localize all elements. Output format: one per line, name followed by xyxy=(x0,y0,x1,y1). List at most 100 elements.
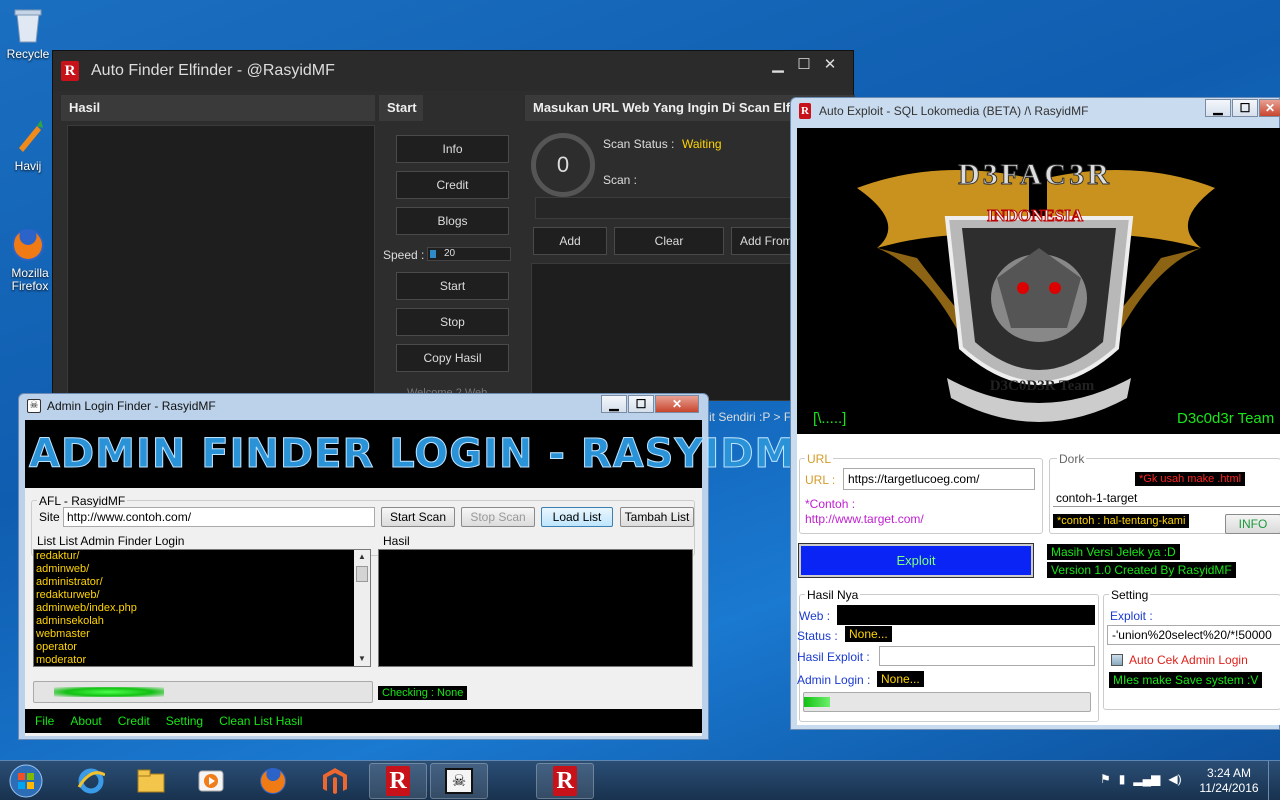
window-title: Auto Exploit - SQL Lokomedia (BETA) /\ R… xyxy=(819,104,1089,118)
rasyid-app-icon-2: R xyxy=(553,766,577,796)
app-logo-icon: R xyxy=(799,103,811,119)
scan-counter: 0 xyxy=(531,133,595,197)
dork-input[interactable]: contoh-1-target xyxy=(1056,491,1137,505)
version-note-1: Masih Versi Jelek ya :D xyxy=(1047,544,1180,560)
contoh-label: *Contoh : xyxy=(805,497,856,511)
desktop-icon-havij[interactable]: Havij xyxy=(0,118,56,173)
minimize-button[interactable]: ▁ xyxy=(1205,99,1231,117)
exploit-button[interactable]: Exploit xyxy=(798,543,1034,578)
recycle-bin-icon xyxy=(10,6,46,44)
list-item[interactable]: administrator/ xyxy=(34,576,370,589)
web-output[interactable] xyxy=(837,605,1095,625)
status-label: Status : xyxy=(797,629,838,643)
minimize-button[interactable]: ▁ xyxy=(765,53,791,75)
admin-path-list[interactable]: redaktur/ adminweb/ administrator/ redak… xyxy=(33,549,371,667)
add-button[interactable]: Add xyxy=(533,227,607,255)
copy-hasil-button[interactable]: Copy Hasil xyxy=(396,344,509,372)
site-input[interactable]: http://www.contoh.com/ xyxy=(63,507,375,527)
taskbar-explorer[interactable] xyxy=(122,763,180,799)
close-button[interactable]: ✕ xyxy=(817,53,843,75)
volume-icon[interactable]: ◀) xyxy=(1168,772,1181,786)
hasil-header: Hasil xyxy=(61,95,375,121)
title-bar: R Auto Finder Elfinder - @RasyidMF xyxy=(53,51,853,91)
clock[interactable]: 3:24 AM 11/24/2016 xyxy=(1196,766,1262,796)
stop-scan-button[interactable]: Stop Scan xyxy=(461,507,535,527)
start-button[interactable] xyxy=(0,763,52,799)
magento-icon xyxy=(323,768,347,794)
list-item[interactable]: redakturweb/ xyxy=(34,589,370,602)
menu-credit[interactable]: Credit xyxy=(118,714,150,728)
show-desktop-button[interactable] xyxy=(1268,761,1280,800)
hasil-exploit-output[interactable] xyxy=(879,646,1095,666)
firefox-icon xyxy=(10,226,46,264)
app-logo-icon: R xyxy=(61,61,79,81)
battery-icon[interactable]: ▮ xyxy=(1119,772,1126,786)
dork-input-underline xyxy=(1053,506,1280,507)
stop-button[interactable]: Stop xyxy=(396,308,509,336)
close-button[interactable]: ✕ xyxy=(1259,99,1280,117)
url-input[interactable]: https://targetlucoeg.com/ xyxy=(843,468,1035,490)
exploit-progress-bar xyxy=(803,692,1091,712)
auto-cek-checkbox[interactable] xyxy=(1111,654,1123,666)
scroll-down-icon[interactable]: ▼ xyxy=(354,652,370,666)
taskbar-media-player[interactable] xyxy=(182,763,240,799)
bottom-menu: File About Credit Setting Clean List Has… xyxy=(25,709,702,733)
list-scrollbar[interactable]: ▲ ▼ xyxy=(354,550,370,666)
afl-group-label: AFL - RasyidMF xyxy=(37,494,128,508)
speed-slider-thumb[interactable] xyxy=(430,250,436,258)
desktop-icon-recycle[interactable]: Recycle xyxy=(0,6,56,61)
rasyid-app-icon: R xyxy=(386,766,410,796)
info-button[interactable]: Info xyxy=(396,135,509,163)
clock-date: 11/24/2016 xyxy=(1199,781,1259,795)
minimize-button[interactable]: ▁ xyxy=(601,395,627,413)
scroll-thumb[interactable] xyxy=(356,566,368,582)
scan-progress-bar xyxy=(33,681,373,703)
scroll-up-icon[interactable]: ▲ xyxy=(354,550,370,564)
menu-file[interactable]: File xyxy=(35,714,54,728)
menu-clean-list[interactable]: Clean List Hasil xyxy=(219,714,302,728)
taskbar-admin-finder[interactable]: ☠ xyxy=(430,763,488,799)
info-button[interactable]: INFO xyxy=(1225,514,1280,534)
exploit-payload-input[interactable]: -'union%20select%20/*!50000 xyxy=(1107,625,1280,645)
auto-cek-label: Auto Cek Admin Login xyxy=(1129,653,1248,667)
havij-icon xyxy=(10,118,46,156)
start-button[interactable]: Start xyxy=(396,272,509,300)
maximize-button[interactable]: ☐ xyxy=(628,395,654,413)
start-orb-icon xyxy=(9,764,43,798)
clock-time: 3:24 AM xyxy=(1206,766,1252,780)
taskbar-auto-exploit[interactable]: R xyxy=(536,763,594,799)
close-button[interactable]: ✕ xyxy=(655,395,699,413)
network-icon[interactable]: ▂▄▆ xyxy=(1133,772,1160,786)
maximize-button[interactable]: ☐ xyxy=(1232,99,1258,117)
menu-setting[interactable]: Setting xyxy=(166,714,203,728)
list-item[interactable]: webmaster xyxy=(34,628,370,641)
list-item[interactable]: adminsekolah xyxy=(34,615,370,628)
hasil-output[interactable] xyxy=(67,125,375,401)
speed-slider[interactable]: 20 xyxy=(427,247,511,261)
start-scan-button[interactable]: Start Scan xyxy=(381,507,455,527)
tambah-list-button[interactable]: Tambah List xyxy=(620,507,694,527)
load-list-button[interactable]: Load List xyxy=(541,507,613,527)
dork-group-label: Dork xyxy=(1057,452,1087,466)
flag-icon[interactable]: ⚑ xyxy=(1100,772,1111,786)
clear-button[interactable]: Clear xyxy=(614,227,724,255)
taskbar-magento[interactable] xyxy=(306,763,364,799)
blogs-button[interactable]: Blogs xyxy=(396,207,509,235)
taskbar-auto-finder[interactable]: R xyxy=(369,763,427,799)
list-item[interactable]: redaktur/ xyxy=(34,550,370,563)
list-item[interactable]: moderator xyxy=(34,654,370,667)
taskbar-firefox[interactable] xyxy=(244,763,302,799)
list-item[interactable]: adminweb/index.php xyxy=(34,602,370,615)
credit-button[interactable]: Credit xyxy=(396,171,509,199)
desktop-icon-firefox[interactable]: Mozilla Firefox xyxy=(0,226,56,293)
maximize-button[interactable]: ☐ xyxy=(791,53,817,75)
setting-group-label: Setting xyxy=(1109,588,1151,602)
taskbar-ie[interactable] xyxy=(62,763,120,799)
hasil-exploit-label: Hasil Exploit : xyxy=(797,650,870,664)
list-item[interactable]: adminweb/ xyxy=(34,563,370,576)
list-item[interactable]: operator xyxy=(34,641,370,654)
menu-about[interactable]: About xyxy=(70,714,101,728)
logo-left-text: [\.....] xyxy=(813,410,847,427)
hasil-list[interactable] xyxy=(378,549,693,667)
progress-fill xyxy=(54,687,164,697)
